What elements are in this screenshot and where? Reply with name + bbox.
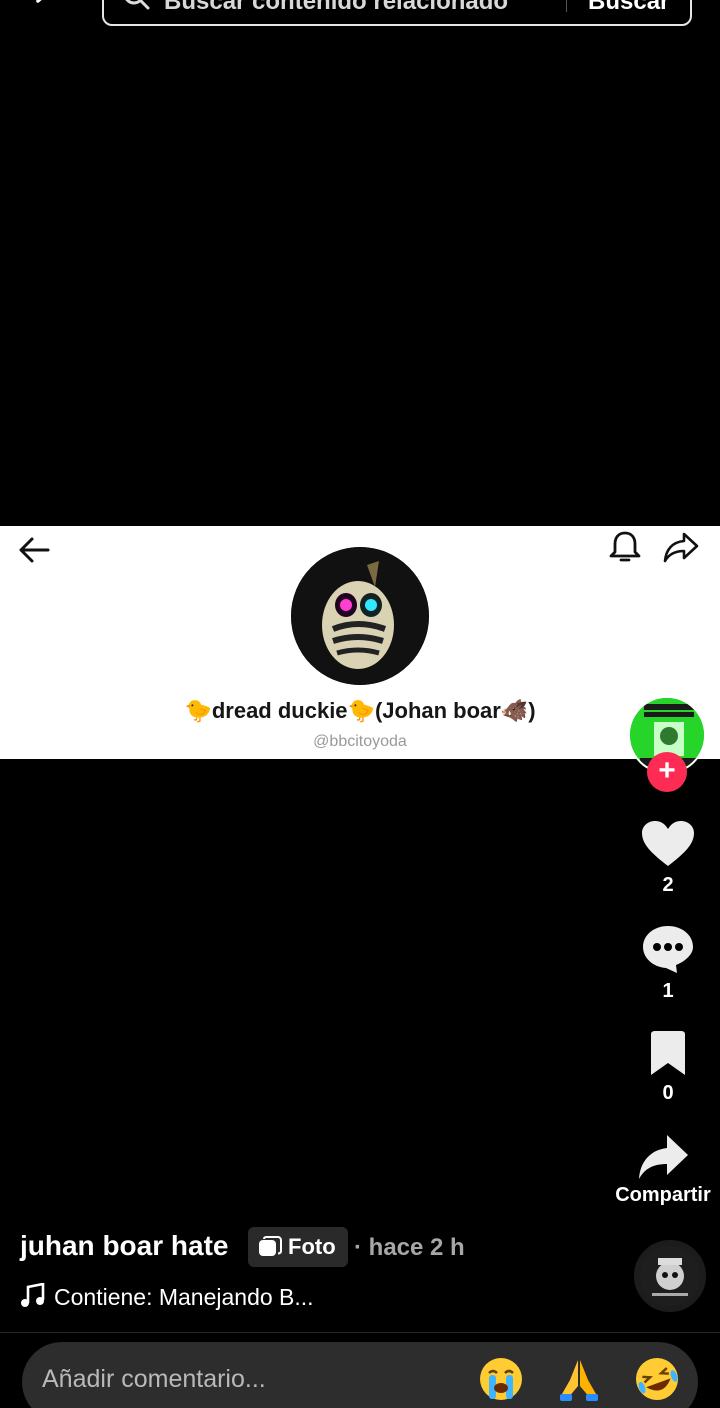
comment-count: 1 [662,980,674,1002]
back-icon[interactable] [30,0,60,16]
heart-icon [642,821,694,866]
share-icon [639,1135,688,1179]
profile-handle: @bbcitoyoda [313,733,407,750]
comment-bubble-icon [643,926,693,973]
like-button[interactable]: 2 [613,820,720,897]
photo-badge: Foto [248,1227,348,1267]
bookmark-icon [651,1031,685,1075]
music-disc-cover [640,1246,700,1306]
like-count: 2 [662,874,674,896]
save-count: 0 [662,1082,674,1104]
search-input[interactable]: Buscar contenido relacionado [164,0,508,16]
music-track[interactable]: Contiene: Manejando B... [54,1284,314,1311]
save-button[interactable]: 0 [613,1030,720,1105]
crying-emoji-button[interactable] [478,1356,524,1402]
comment-input[interactable]: Añadir comentario... [42,1365,266,1394]
comment-button[interactable]: 1 [613,924,720,1003]
follow-plus-button[interactable]: + [647,752,687,792]
laughing-emoji-button[interactable] [634,1356,680,1402]
search-bar[interactable]: Buscar contenido relacionado Buscar [102,0,692,26]
bell-icon [609,531,641,562]
music-disc[interactable] [634,1240,706,1312]
arrow-left-icon [19,537,50,563]
comment-input-bar[interactable]: Añadir comentario... [22,1342,698,1408]
search-icon [125,0,150,10]
post-author-name[interactable]: juhan boar hate [20,1230,228,1262]
duck-avatar-image [291,547,429,685]
search-divider [566,0,567,12]
search-button[interactable]: Buscar [588,0,669,16]
photo-icon [259,1236,282,1256]
share-arrow-icon [663,532,699,563]
pray-emoji-button[interactable] [556,1356,602,1402]
share-button[interactable]: Compartir [608,1134,718,1207]
profile-avatar [291,547,429,685]
share-label: Compartir [615,1184,711,1206]
photo-badge-label: Foto [288,1234,336,1259]
profile-name: 🐤dread duckie🐤(Johan boar🐗) [184,698,536,723]
post-photo[interactable]: 🐤dread duckie🐤(Johan boar🐗) @bbcitoyoda [0,526,720,759]
divider [0,1332,720,1333]
music-note-icon [21,1283,45,1307]
post-time: · hace 2 h [354,1234,465,1261]
